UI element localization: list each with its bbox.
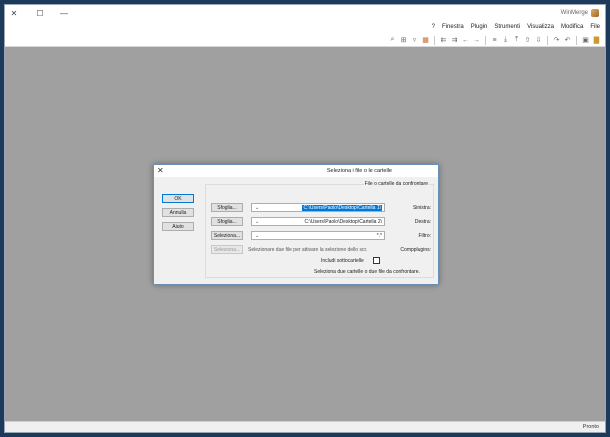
menu-finestra[interactable]: Finestra [442, 24, 464, 30]
next-diff-icon[interactable]: ⇩ [534, 36, 543, 45]
undo-icon[interactable]: ↶ [563, 36, 572, 45]
maximize-button[interactable]: ☐ [33, 7, 47, 19]
compare-icon[interactable]: ⊞ [399, 36, 408, 45]
menu-help[interactable]: ? [432, 24, 435, 30]
dialog-title-bar: ✕ Seleziona i file o le cartelle [154, 165, 438, 177]
app-title: WinMerge [561, 9, 599, 17]
toolbar: ▇ ▣ ↶ ↷ ⇩ ⇧ ⤒ ⤓ ≡ → ← ⇉ ⇇ ▦ ▿ ⊞ ⌕ [5, 34, 605, 47]
plugin-select-button[interactable]: Seleziona... [211, 245, 243, 254]
include-subfolders-checkbox[interactable] [373, 257, 380, 264]
right-path-value: C:\Users\Paolo\Desktop\Cartella 2\ [304, 218, 382, 225]
menu-strumenti[interactable]: Strumenti [494, 24, 520, 30]
left-label: Sinistra: [412, 205, 431, 211]
menu-modifica[interactable]: Modifica [561, 24, 583, 30]
menu-plugin[interactable]: Plugin [471, 24, 488, 30]
save-icon[interactable]: ▣ [581, 36, 590, 45]
filter-icon[interactable]: ▿ [410, 36, 419, 45]
cancel-button[interactable]: Annulla [162, 208, 194, 217]
dialog-status-text: Seleziona due cartelle o due file da con… [314, 269, 420, 275]
right-path-combo[interactable]: ⌄ C:\Users\Paolo\Desktop\Cartella 2\ [251, 217, 385, 226]
browse-right-button[interactable]: Sfoglia... [211, 217, 243, 226]
right-label: Destra: [414, 219, 431, 225]
menu-visualizza[interactable]: Visualizza [527, 24, 554, 30]
left-path-value: C:\Users\Paolo\Desktop\Cartella 1\ [302, 204, 382, 211]
close-button[interactable]: ✕ [7, 7, 21, 19]
browse-left-button[interactable]: Sfoglia... [211, 203, 243, 212]
options-icon[interactable]: ▦ [421, 36, 430, 45]
app-title-text: WinMerge [560, 10, 588, 16]
dialog-close-button[interactable]: ✕ [157, 166, 164, 175]
chevron-down-icon: ⌄ [255, 219, 260, 225]
menu-file[interactable]: File [590, 24, 600, 30]
filter-combo[interactable]: ⌄ *.* [251, 231, 385, 240]
status-text: Pronto [582, 424, 599, 430]
chevron-down-icon: ⌄ [255, 205, 260, 211]
redo-icon[interactable]: ↷ [552, 36, 561, 45]
group-label: File o cartelle da confrontare [363, 181, 429, 187]
zoom-icon[interactable]: ⌕ [388, 36, 397, 45]
app-logo-icon [591, 9, 599, 17]
filter-value: *.* [376, 232, 382, 239]
files-group: File o cartelle da confrontare Sfoglia..… [205, 181, 434, 278]
toolbar-separator [576, 35, 577, 45]
toolbar-separator [485, 35, 486, 45]
filter-select-button[interactable]: Seleziona... [211, 231, 243, 240]
plugin-label: Compplugins: [400, 247, 431, 253]
toolbar-separator [434, 35, 435, 45]
copy-right-icon[interactable]: → [472, 36, 481, 45]
current-diff-icon[interactable]: ≡ [490, 36, 499, 45]
left-path-combo[interactable]: ⌄ C:\Users\Paolo\Desktop\Cartella 1\ [251, 203, 385, 212]
minimize-button[interactable]: — [57, 7, 71, 19]
help-button[interactable]: Aiuto [162, 222, 194, 231]
menu-bar: File Modifica Visualizza Strumenti Plugi… [5, 22, 605, 32]
include-subfolders-label: Includi sottocartelle [321, 258, 364, 264]
status-bar: Pronto [5, 421, 605, 432]
title-bar: ✕ ☐ — WinMerge [5, 5, 605, 21]
select-files-dialog: ✕ Seleziona i file o le cartelle OK Annu… [153, 164, 439, 285]
copy-left-icon[interactable]: ← [461, 36, 470, 45]
filter-label: Filtro: [418, 233, 432, 239]
copy-all-left-icon[interactable]: ⇇ [439, 36, 448, 45]
ok-button[interactable]: OK [162, 194, 194, 203]
prev-diff-icon[interactable]: ⇧ [523, 36, 532, 45]
last-diff-icon[interactable]: ⤓ [501, 36, 510, 45]
plugin-hint: Selezionare due file per attivare la sel… [248, 247, 368, 253]
dialog-title: Seleziona i file o le cartelle [326, 168, 392, 174]
open-icon[interactable]: ▇ [592, 36, 601, 45]
first-diff-icon[interactable]: ⤒ [512, 36, 521, 45]
copy-all-right-icon[interactable]: ⇉ [450, 36, 459, 45]
toolbar-separator [547, 35, 548, 45]
chevron-down-icon: ⌄ [255, 233, 260, 239]
